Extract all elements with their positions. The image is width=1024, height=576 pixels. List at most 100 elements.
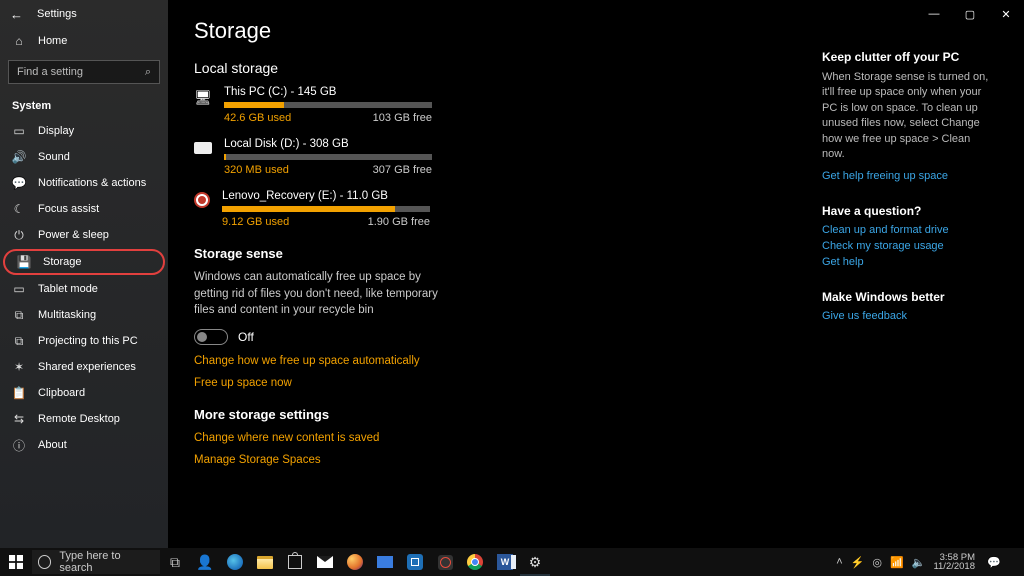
edge-button[interactable] [220,548,250,576]
feedback-link[interactable]: Give us feedback [822,310,992,322]
sidebar-item-display[interactable]: ▭Display [0,118,168,144]
chrome-button[interactable] [460,548,490,576]
sidebar-item-focus-assist[interactable]: ☾Focus assist [0,196,168,222]
location-tray-icon[interactable]: ◎ [872,556,882,569]
word-button[interactable] [490,548,520,576]
taskbar-search[interactable]: Type here to search [32,550,160,574]
vivaldi-button[interactable] [430,548,460,576]
used-label: 320 MB used [224,164,289,176]
sidebar-item-label: Power & sleep [38,229,109,241]
vivaldi-icon [438,555,453,570]
question-heading: Have a question? [822,204,992,218]
sidebar-item-label: Remote Desktop [38,413,120,425]
sidebar-item-label: Clipboard [38,387,85,399]
start-button[interactable] [0,555,32,569]
storage-sense-heading: Storage sense [194,246,614,261]
link-change-where[interactable]: Change where new content is saved [194,432,614,444]
store-button[interactable] [280,548,310,576]
sidebar-icon: ⧉ [12,308,26,323]
drive-name: This PC (C:) - 145 GB [224,86,614,98]
chrome-icon [467,554,483,570]
teamviewer-button[interactable] [400,548,430,576]
back-icon[interactable]: ← [10,7,23,22]
contacts-icon: 👤 [196,554,213,571]
tray-overflow-icon[interactable]: ˄ [836,556,842,568]
firefox-button[interactable] [340,548,370,576]
link-change-auto[interactable]: Change how we free up space automaticall… [194,355,614,367]
sidebar-item-label: Shared experiences [38,361,136,373]
sidebar-icon: 💾 [17,255,31,269]
sidebar-item-storage[interactable]: 💾 Storage [3,249,165,275]
task-icons: ⧉ 👤 ⚙ [160,548,550,576]
notification-icon: 💬 [987,556,1001,569]
drive-name: Local Disk (D:) - 308 GB [224,138,614,150]
settings-window: ← Settings ⌂ Home Find a setting ⌕ Syste… [0,0,1024,548]
sidebar-item-sound[interactable]: 🔊Sound [0,144,168,170]
sidebar-item-multitasking[interactable]: ⧉ Multitasking [0,302,168,328]
drive-row[interactable]: 🖥This PC (C:) - 145 GB42.6 GB used103 GB… [194,86,614,124]
volume-tray-icon[interactable]: 🔈 [912,556,926,569]
sidebar-item-remote-desktop[interactable]: ⇆Remote Desktop [0,406,168,432]
sidebar-item-label: Storage [43,256,82,268]
help-link[interactable]: Get help [822,256,992,268]
used-label: 42.6 GB used [224,112,291,124]
task-view-button[interactable]: ⧉ [160,548,190,576]
page-title: Storage [194,18,614,44]
sidebar-item-projecting-to-this-pc[interactable]: ⧉Projecting to this PC [0,328,168,354]
help-link[interactable]: Check my storage usage [822,240,992,252]
explorer-button[interactable] [250,548,280,576]
free-label: 307 GB free [373,164,432,176]
sidebar-item-clipboard[interactable]: 📋Clipboard [0,380,168,406]
search-input[interactable]: Find a setting ⌕ [8,60,160,84]
drive-row[interactable]: Local Disk (D:) - 308 GB 320 MB used 307 G… [194,138,614,176]
close-button[interactable]: ✕ [988,0,1024,28]
link-manage-spaces[interactable]: Manage Storage Spaces [194,454,614,466]
more-settings-heading: More storage settings [194,407,614,422]
section-label: System [0,90,168,118]
contacts-button[interactable]: 👤 [190,548,220,576]
feedback-heading: Make Windows better [822,290,992,304]
drive-body: Local Disk (D:) - 308 GB 320 MB used 307 G… [224,138,614,176]
sidebar-item-about[interactable]: ⓘAbout [0,432,168,458]
content-column: Storage Local storage 🖥This PC (C:) - 14… [194,18,614,548]
wifi-tray-icon[interactable]: 📶 [890,556,904,569]
home-button[interactable]: ⌂ Home [0,28,168,54]
action-center-button[interactable]: 💬 [983,556,1005,569]
used-label: 9.12 GB used [222,216,289,228]
sidebar-icon: ⏻ [12,228,26,243]
tip-body: When Storage sense is turned on, it'll f… [822,70,992,162]
outlook-button[interactable] [370,548,400,576]
clock[interactable]: 3:58 PM 11/2/2018 [933,553,975,572]
store-icon [288,555,302,569]
help-link[interactable]: Clean up and format drive [822,224,992,236]
sidebar-item-power-sleep[interactable]: ⏻ Power & sleep [0,222,168,248]
maximize-button[interactable]: ▢ [952,0,988,28]
sidebar-item-label: About [38,439,67,451]
drive-body: This PC (C:) - 145 GB 42.6 GB used103 GB … [224,86,614,124]
app-title: Settings [37,8,77,20]
gear-icon: ⚙ [529,554,542,571]
home-label: Home [38,35,67,47]
mail-button[interactable] [310,548,340,576]
recovery-icon [194,192,210,208]
clock-date: 11/2/2018 [933,562,975,572]
windows-icon [9,555,23,569]
usage-row: 320 MB used 307 GB free [224,164,432,176]
usage-row: 9.12 GB used1.90 GB free [222,216,430,228]
sidebar-item-shared-experiences[interactable]: ✶ Shared experiences [0,354,168,380]
power-tray-icon[interactable]: ⚡ [851,556,865,569]
sidebar-icon: ✶ [12,360,26,374]
minimize-button[interactable]: — [916,0,952,28]
link-free-now[interactable]: Free up space now [194,377,614,389]
home-icon: ⌂ [12,34,26,48]
task-view-icon: ⧉ [170,554,180,571]
settings-taskbar-button[interactable]: ⚙ [520,548,550,576]
storage-sense-toggle[interactable] [194,329,228,345]
drive-row[interactable]: Lenovo_Recovery (E:) - 11.0 GB9.12 GB us… [194,190,614,228]
sidebar-item-tablet-mode[interactable]: ▭Tablet mode [0,276,168,302]
usage-row: 42.6 GB used103 GB free [224,112,432,124]
sidebar-item-label: Tablet mode [38,283,98,295]
tip-link[interactable]: Get help freeing up space [822,170,992,182]
sidebar-item-notifications-actions[interactable]: 💬Notifications & actions [0,170,168,196]
sidebar-item-label: Multitasking [38,309,96,321]
